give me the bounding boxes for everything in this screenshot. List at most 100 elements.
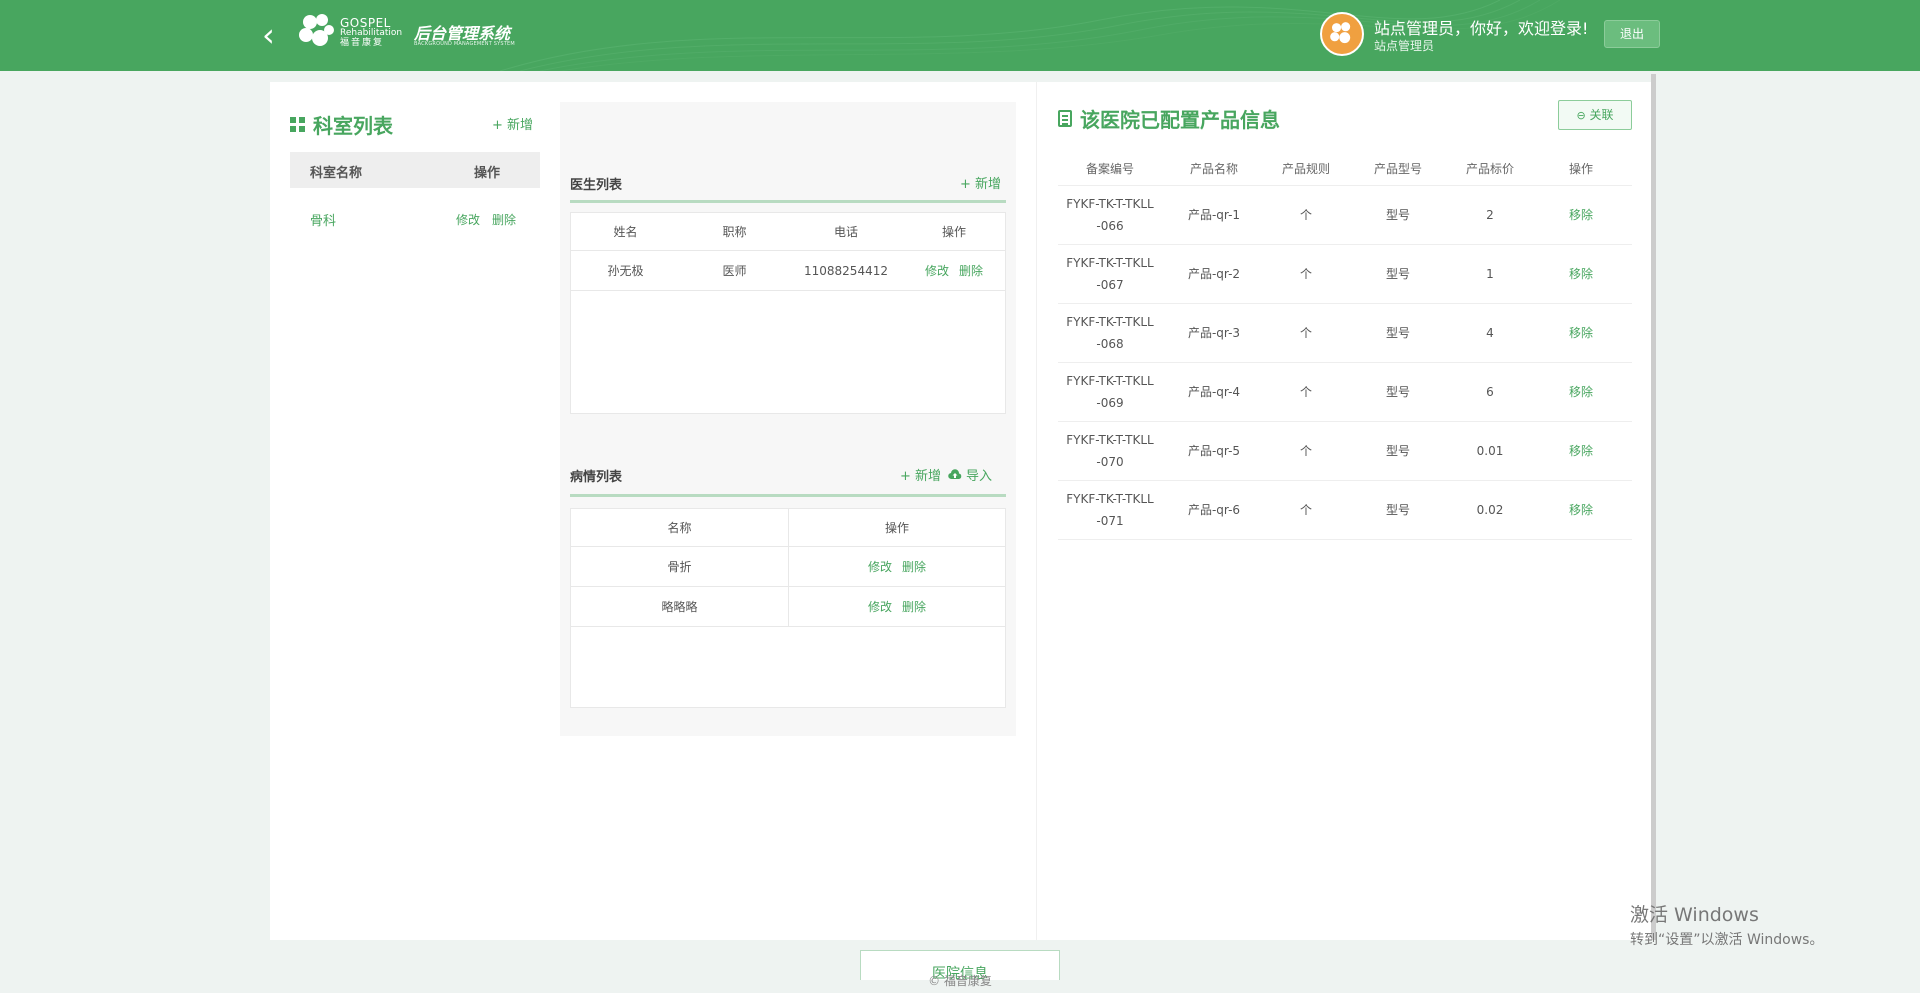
condition-name: 骨折 [667, 560, 692, 574]
cloud-upload-icon [948, 469, 962, 480]
product-rule: 个 [1299, 503, 1312, 517]
table-row: FYKF-TK-T-TKLL -068 产品-qr-3 个 型号 4 移除 [1058, 304, 1632, 363]
product-code: FYKF-TK-T-TKLL -067 [1058, 245, 1162, 303]
back-chevron-icon[interactable]: ‹ [262, 19, 286, 51]
product-rule: 个 [1299, 267, 1312, 281]
condition-table-header: 名称 操作 [571, 509, 1005, 547]
product-price: 2 [1486, 208, 1494, 222]
logout-button[interactable]: 退出 [1604, 20, 1660, 48]
dept-detail-panel: 医生列表 + 新增 姓名 职称 电话 操作 孙无极 医师 11088254412… [560, 102, 1016, 736]
condition-col-op: 操作 [788, 509, 1005, 546]
product-rule: 个 [1299, 444, 1312, 458]
product-col-code: 备案编号 [1085, 161, 1134, 176]
product-model: 型号 [1385, 503, 1410, 517]
dept-title: 科室列表 [290, 110, 393, 139]
doctor-table: 姓名 职称 电话 操作 孙无极 医师 11088254412 修改 删除 [570, 212, 1006, 414]
table-row: 略略略 修改 删除 [571, 587, 1005, 627]
condition-col-name: 名称 [667, 521, 692, 535]
top-header: ‹ GOSPEL Rehabilitation 福音康复 后台管理系统 BACK… [0, 0, 1920, 71]
doctor-list-title: 医生列表 [570, 178, 623, 193]
remove-product-button[interactable]: 移除 [1530, 245, 1632, 303]
watermark-line1: 激活 Windows [1630, 904, 1759, 926]
doctor-phone: 11088254412 [804, 263, 888, 278]
logo-line1: GOSPEL [340, 16, 391, 30]
remove-product-button[interactable]: 移除 [1530, 481, 1632, 539]
doctor-col-op: 操作 [941, 225, 966, 239]
product-code-line2: -068 [1096, 337, 1124, 351]
avatar [1320, 12, 1364, 56]
remove-product-button[interactable]: 移除 [1530, 186, 1632, 244]
user-role: 站点管理员 [1374, 39, 1435, 53]
product-col-model: 产品型号 [1373, 161, 1422, 176]
product-panel-title: 该医院已配置产品信息 [1058, 104, 1280, 133]
table-row: FYKF-TK-T-TKLL -069 产品-qr-4 个 型号 6 移除 [1058, 363, 1632, 422]
panel-divider [1036, 82, 1037, 940]
product-model: 型号 [1385, 326, 1410, 340]
edit-condition-button[interactable]: 修改 [868, 598, 892, 615]
product-name: 产品-qr-5 [1187, 444, 1241, 458]
add-doctor-button[interactable]: + 新增 [960, 173, 1001, 192]
add-dept-button[interactable]: + 新增 [492, 114, 533, 133]
doctor-col-title: 职称 [722, 225, 747, 239]
dept-title-text: 科室列表 [313, 114, 393, 138]
product-code: FYKF-TK-T-TKLL -068 [1058, 304, 1162, 362]
product-price: 0.02 [1476, 503, 1504, 517]
edit-dept-button[interactable]: 修改 [456, 211, 480, 228]
product-table: 备案编号 产品名称 产品规则 产品型号 产品标价 操作 FYKF-TK-T-TK… [1058, 152, 1632, 540]
doctor-title: 医师 [722, 264, 747, 278]
condition-name: 略略略 [661, 600, 698, 614]
product-model: 型号 [1385, 444, 1410, 458]
link-label: 关联 [1589, 108, 1614, 122]
product-table-header: 备案编号 产品名称 产品规则 产品型号 产品标价 操作 [1058, 152, 1632, 186]
link-product-button[interactable]: ⊖ 关联 [1558, 100, 1632, 130]
table-row: FYKF-TK-T-TKLL -066 产品-qr-1 个 型号 2 移除 [1058, 186, 1632, 245]
doctor-col-name: 姓名 [613, 225, 638, 239]
product-price: 0.01 [1476, 444, 1504, 458]
edit-doctor-button[interactable]: 修改 [925, 262, 949, 279]
import-label: 导入 [966, 469, 993, 484]
product-name: 产品-qr-2 [1187, 267, 1241, 281]
edit-condition-button[interactable]: 修改 [868, 558, 892, 575]
vertical-scrollbar[interactable] [1651, 74, 1656, 940]
remove-product-button[interactable]: 移除 [1530, 363, 1632, 421]
dept-row: 骨科 修改 删除 [290, 210, 540, 230]
dept-name-link[interactable]: 骨科 [310, 210, 336, 229]
product-code: FYKF-TK-T-TKLL -070 [1058, 422, 1162, 480]
remove-product-button[interactable]: 移除 [1530, 304, 1632, 362]
logo-line2: Rehabilitation [340, 28, 403, 38]
logo-text: GOSPEL Rehabilitation 福音康复 [340, 16, 403, 48]
delete-dept-button[interactable]: 删除 [492, 211, 516, 228]
product-code-line2: -069 [1096, 396, 1124, 410]
product-code-line2: -070 [1096, 455, 1124, 469]
product-model: 型号 [1385, 267, 1410, 281]
delete-condition-button[interactable]: 删除 [902, 558, 926, 575]
link-chain-icon: ⊖ [1576, 109, 1586, 122]
condition-actions: 修改 删除 [788, 587, 1005, 626]
product-title-text: 该医院已配置产品信息 [1080, 108, 1280, 132]
condition-table: 名称 操作 骨折 修改 删除 略略略 修改 删除 [570, 508, 1006, 708]
doctor-name: 孙无极 [607, 264, 644, 278]
remove-product-button[interactable]: 移除 [1530, 422, 1632, 480]
add-condition-button[interactable]: + 新增 [900, 465, 941, 484]
product-model: 型号 [1385, 208, 1410, 222]
dept-col-name: 科室名称 [310, 166, 363, 181]
condition-actions: 修改 删除 [788, 547, 1005, 586]
condition-list-title: 病情列表 [570, 470, 623, 485]
condition-title-underline [570, 494, 1006, 497]
doctor-col-phone: 电话 [833, 225, 858, 239]
delete-doctor-button[interactable]: 删除 [959, 262, 983, 279]
table-row: FYKF-TK-T-TKLL -070 产品-qr-5 个 型号 0.01 移除 [1058, 422, 1632, 481]
copyright: © 福音康复 [928, 974, 992, 988]
product-code: FYKF-TK-T-TKLL -066 [1058, 186, 1162, 244]
product-rule: 个 [1299, 385, 1312, 399]
product-code-line2: -067 [1096, 278, 1124, 292]
product-price: 1 [1486, 267, 1494, 281]
delete-condition-button[interactable]: 删除 [902, 598, 926, 615]
table-row: FYKF-TK-T-TKLL -071 产品-qr-6 个 型号 0.02 移除 [1058, 481, 1632, 540]
main-card: 科室列表 + 新增 科室名称 操作 骨科 修改 删除 医生列表 + 新增 姓名 … [270, 82, 1654, 940]
product-price: 6 [1486, 385, 1494, 399]
import-condition-button[interactable]: 导入 [948, 465, 992, 484]
windows-activation-watermark: 激活 Windows 转到“设置”以激活 Windows。 [1630, 900, 1823, 949]
doctor-actions: 修改 删除 [903, 251, 1005, 290]
document-icon [1058, 110, 1072, 127]
